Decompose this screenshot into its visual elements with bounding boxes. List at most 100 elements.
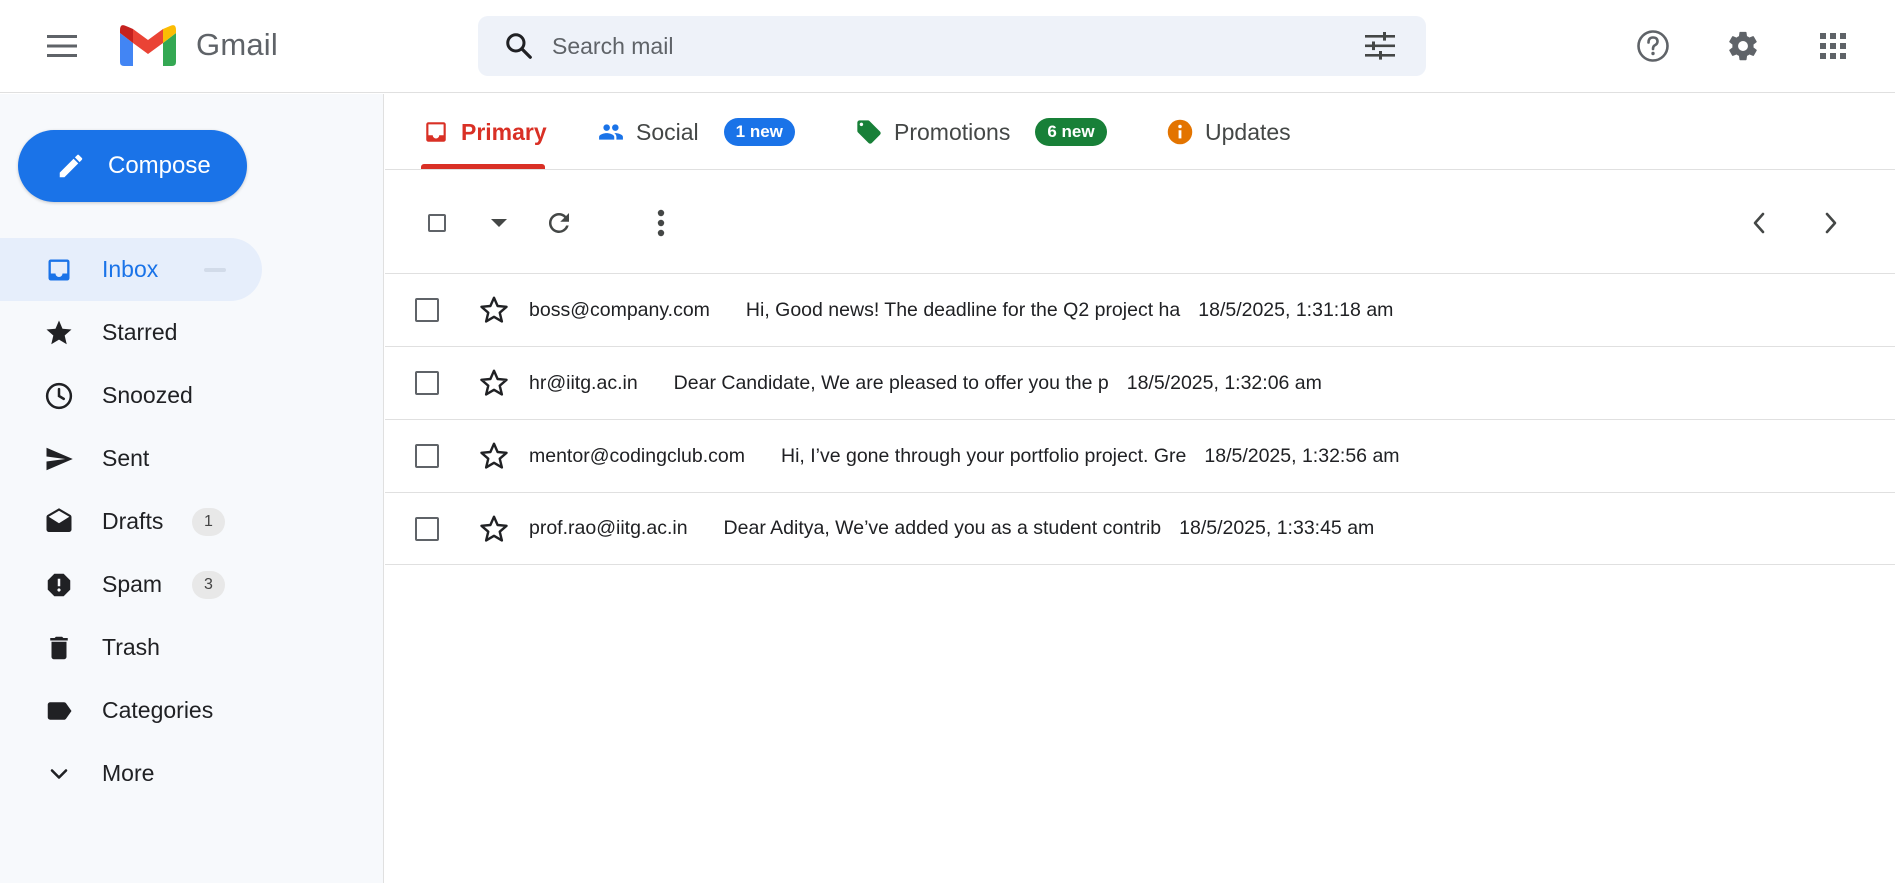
- tab-social[interactable]: Social 1 new: [596, 94, 795, 170]
- star-toggle-icon[interactable]: [477, 366, 511, 400]
- compose-button[interactable]: Compose: [18, 130, 247, 202]
- new-count-badge: 1 new: [723, 118, 795, 146]
- more-vert-icon: [657, 209, 665, 237]
- spam-icon: [42, 568, 76, 602]
- gmail-logo[interactable]: Gmail: [120, 24, 278, 66]
- sidebar-item-label: Starred: [102, 319, 178, 345]
- settings-icon[interactable]: [1719, 22, 1767, 70]
- active-tab-indicator: [421, 164, 545, 169]
- tab-promotions[interactable]: Promotions 6 new: [854, 94, 1107, 170]
- star-toggle-icon[interactable]: [477, 293, 511, 327]
- info-icon: [1165, 117, 1195, 147]
- sidebar-item-label: Sent: [102, 445, 150, 471]
- app-name: Gmail: [196, 27, 278, 62]
- select-dropdown-button[interactable]: [477, 201, 521, 245]
- chevron-down-icon: [42, 757, 76, 791]
- sidebar-item-label: Spam: [102, 571, 163, 597]
- older-page-button[interactable]: [1809, 201, 1853, 245]
- send-icon: [42, 442, 76, 476]
- help-icon[interactable]: [1629, 22, 1677, 70]
- sidebar-item-starred[interactable]: Starred: [0, 301, 384, 364]
- left-sidebar: Compose Inbox Starred Snoozed Sent Draft…: [0, 94, 384, 883]
- tab-label: Social: [636, 118, 699, 145]
- star-toggle-icon[interactable]: [477, 439, 511, 473]
- sidebar-item-trash[interactable]: Trash: [0, 616, 384, 679]
- refresh-button[interactable]: [537, 201, 581, 245]
- caret-down-icon: [491, 219, 507, 227]
- filter-icon[interactable]: [1356, 22, 1404, 70]
- compose-label: Compose: [108, 152, 211, 179]
- sidebar-item-label: Categories: [102, 697, 214, 723]
- row-checkbox[interactable]: [415, 371, 439, 395]
- email-date: 18/5/2025, 1:33:45 am: [1179, 517, 1375, 539]
- row-checkbox[interactable]: [415, 516, 439, 541]
- email-snippet: Hi, Good news! The deadline for the Q2 p…: [745, 298, 1181, 321]
- sidebar-item-spam[interactable]: Spam 3: [0, 553, 384, 616]
- email-snippet: Dear Aditya, We’ve added you as a studen…: [723, 517, 1162, 539]
- email-sender: hr@iitg.ac.in: [529, 371, 638, 394]
- checkbox-icon: [428, 214, 446, 232]
- main-content: Primary Social 1 new Promotions 6 new Up…: [385, 94, 1895, 883]
- sidebar-item-snoozed[interactable]: Snoozed: [0, 364, 384, 427]
- sidebar-nav: Inbox Starred Snoozed Sent Drafts 1 Spam…: [0, 238, 384, 805]
- tab-updates[interactable]: Updates: [1165, 94, 1291, 170]
- email-list: boss@company.com Hi, Good news! The dead…: [385, 273, 1895, 565]
- email-text: boss@company.com Hi, Good news! The dead…: [529, 299, 1393, 322]
- sidebar-item-label: Trash: [102, 634, 160, 660]
- sidebar-item-drafts[interactable]: Drafts 1: [0, 490, 384, 553]
- menu-icon: [47, 35, 77, 57]
- tab-primary[interactable]: Primary: [421, 94, 547, 170]
- inbox-count-placeholder: [204, 267, 226, 272]
- row-checkbox[interactable]: [415, 298, 439, 322]
- email-snippet: Hi, I’ve gone through your portfolio pro…: [780, 444, 1187, 467]
- email-text: hr@iitg.ac.in Dear Candidate, We are ple…: [529, 372, 1322, 395]
- star-toggle-icon[interactable]: [477, 512, 511, 546]
- email-date: 18/5/2025, 1:31:18 am: [1198, 298, 1394, 321]
- email-row[interactable]: prof.rao@iitg.ac.in Dear Aditya, We’ve a…: [385, 492, 1895, 565]
- apps-icon[interactable]: [1809, 22, 1857, 70]
- sidebar-item-label: More: [102, 760, 155, 786]
- label-icon: [42, 694, 76, 728]
- draft-icon: [42, 505, 76, 539]
- tab-label: Updates: [1205, 118, 1291, 145]
- sidebar-item-label: Drafts: [102, 508, 164, 534]
- people-icon: [596, 117, 626, 147]
- search-icon[interactable]: [502, 29, 536, 63]
- search-input[interactable]: [536, 16, 1356, 76]
- chevron-left-icon: [1753, 212, 1765, 234]
- email-sender: boss@company.com: [529, 298, 710, 321]
- newer-page-button[interactable]: [1737, 201, 1781, 245]
- email-date: 18/5/2025, 1:32:06 am: [1126, 371, 1322, 394]
- gmail-m-icon: [120, 25, 176, 66]
- tab-label: Promotions: [894, 118, 1011, 145]
- email-text: mentor@codingclub.com Hi, I’ve gone thro…: [529, 445, 1400, 468]
- row-checkbox[interactable]: [415, 444, 439, 468]
- drafts-count-badge: 1: [192, 507, 225, 536]
- email-row[interactable]: mentor@codingclub.com Hi, I’ve gone thro…: [385, 419, 1895, 492]
- search-bar: [478, 16, 1426, 76]
- select-all-checkbox[interactable]: [415, 201, 459, 245]
- sidebar-item-label: Snoozed: [102, 382, 193, 408]
- category-tabs: Primary Social 1 new Promotions 6 new Up…: [385, 94, 1895, 170]
- sidebar-item-sent[interactable]: Sent: [0, 427, 384, 490]
- email-date: 18/5/2025, 1:32:56 am: [1204, 444, 1400, 467]
- email-text: prof.rao@iitg.ac.in Dear Aditya, We’ve a…: [529, 517, 1374, 540]
- more-actions-button[interactable]: [639, 201, 683, 245]
- email-row[interactable]: boss@company.com Hi, Good news! The dead…: [385, 273, 1895, 346]
- top-header: Gmail: [0, 0, 1895, 93]
- email-sender: prof.rao@iitg.ac.in: [529, 517, 688, 539]
- pencil-icon: [54, 149, 88, 183]
- clock-icon: [42, 379, 76, 413]
- inbox-icon: [421, 117, 451, 147]
- sidebar-item-label: Inbox: [102, 256, 159, 282]
- sidebar-item-categories[interactable]: Categories: [0, 679, 384, 742]
- email-row[interactable]: hr@iitg.ac.in Dear Candidate, We are ple…: [385, 346, 1895, 419]
- sidebar-item-more[interactable]: More: [0, 742, 384, 805]
- sidebar-item-inbox[interactable]: Inbox: [0, 238, 262, 301]
- chevron-right-icon: [1825, 212, 1837, 234]
- email-snippet: Dear Candidate, We are pleased to offer …: [673, 371, 1109, 394]
- inbox-icon: [42, 253, 76, 287]
- refresh-icon: [548, 212, 569, 233]
- tab-label: Primary: [461, 118, 547, 145]
- main-menu-button[interactable]: [38, 22, 86, 70]
